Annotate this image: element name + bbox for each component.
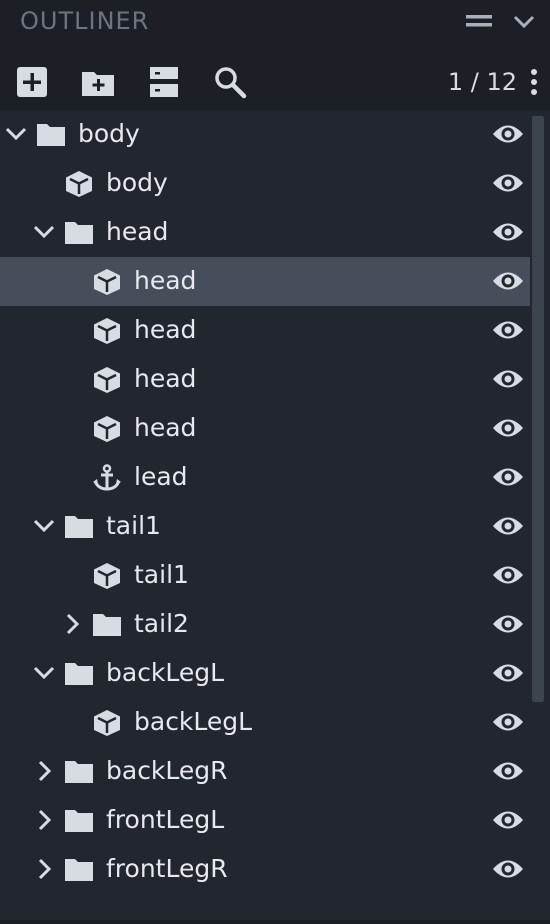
- folder-icon: [36, 121, 66, 149]
- outliner-cube-row[interactable]: tail1: [0, 551, 530, 600]
- outliner-locator-row[interactable]: lead: [0, 453, 530, 502]
- visibility-eye-icon[interactable]: [491, 219, 525, 245]
- tree-scrollbar[interactable]: [532, 116, 544, 702]
- chevron-right-icon[interactable]: [32, 857, 56, 881]
- folder-icon: [64, 513, 94, 541]
- panel-header: OUTLINER: [0, 0, 550, 44]
- more-vertical-icon: [531, 69, 537, 95]
- outliner-group-row[interactable]: tail1: [0, 502, 530, 551]
- outliner-row-label: body: [78, 119, 140, 148]
- anchor-icon: [92, 464, 122, 492]
- visibility-eye-icon[interactable]: [491, 317, 525, 343]
- add-cube-icon: [17, 67, 47, 97]
- outliner-tree: body body head head head head head lead tail1 tai…: [0, 110, 550, 920]
- outliner-row-label: head: [134, 413, 197, 442]
- outliner-cube-row[interactable]: head: [0, 404, 530, 453]
- outliner-row-label: head: [106, 217, 169, 246]
- chevron-right-icon[interactable]: [32, 808, 56, 832]
- collapse-all-button[interactable]: [146, 64, 182, 100]
- cube-icon: [92, 366, 122, 394]
- visibility-eye-icon[interactable]: [491, 807, 525, 833]
- visibility-eye-icon[interactable]: [491, 170, 525, 196]
- cube-icon: [92, 562, 122, 590]
- chevron-right-icon[interactable]: [60, 612, 84, 636]
- cube-icon: [92, 709, 122, 737]
- cube-icon: [92, 415, 122, 443]
- chevron-down-icon[interactable]: [32, 220, 56, 244]
- outliner-row-label: tail1: [106, 511, 161, 540]
- visibility-eye-icon[interactable]: [491, 709, 525, 735]
- folder-icon: [64, 807, 94, 835]
- cube-icon: [92, 317, 122, 345]
- cube-icon: [92, 268, 122, 296]
- visibility-eye-icon[interactable]: [491, 121, 525, 147]
- folder-icon: [92, 611, 122, 639]
- outliner-group-row[interactable]: frontLegR: [0, 845, 530, 894]
- outliner-row-label: backLegL: [134, 707, 253, 736]
- search-icon: [215, 67, 247, 99]
- outliner-row-label: backLegR: [106, 756, 228, 785]
- folder-icon: [64, 660, 94, 688]
- outliner-row-label: lead: [134, 462, 188, 491]
- panel-collapse-button[interactable]: [510, 8, 542, 36]
- outliner-row-label: head: [134, 266, 197, 295]
- outliner-row-label: head: [134, 364, 197, 393]
- visibility-eye-icon[interactable]: [491, 268, 525, 294]
- outliner-group-row[interactable]: head: [0, 208, 530, 257]
- outliner-group-row[interactable]: backLegR: [0, 747, 530, 796]
- visibility-eye-icon[interactable]: [491, 611, 525, 637]
- outliner-group-row[interactable]: body: [0, 110, 530, 159]
- outliner-panel: OUTLINER 1 / 12 body body head head head…: [0, 0, 550, 924]
- outliner-toolbar: 1 / 12: [0, 54, 550, 110]
- outliner-row-label: backLegL: [106, 658, 225, 687]
- add-folder-icon: [82, 72, 114, 96]
- chevron-right-icon[interactable]: [32, 759, 56, 783]
- outliner-cube-row[interactable]: backLegL: [0, 698, 530, 747]
- visibility-eye-icon[interactable]: [491, 856, 525, 882]
- visibility-eye-icon[interactable]: [491, 660, 525, 686]
- panel-title: OUTLINER: [20, 7, 150, 35]
- outliner-group-row[interactable]: tail2: [0, 600, 530, 649]
- outliner-group-row[interactable]: backLegL: [0, 649, 530, 698]
- outliner-row-label: head: [134, 315, 197, 344]
- chevron-down-icon[interactable]: [32, 514, 56, 538]
- visibility-eye-icon[interactable]: [491, 513, 525, 539]
- folder-icon: [64, 758, 94, 786]
- outliner-cube-row[interactable]: head: [0, 257, 530, 306]
- outliner-cube-row[interactable]: head: [0, 306, 530, 355]
- add-group-button[interactable]: [80, 64, 116, 100]
- toolbar-more-button[interactable]: [526, 68, 542, 98]
- folder-icon: [64, 219, 94, 247]
- visibility-eye-icon[interactable]: [491, 366, 525, 392]
- visibility-eye-icon[interactable]: [491, 415, 525, 441]
- visibility-eye-icon[interactable]: [491, 758, 525, 784]
- panel-menu-button[interactable]: [464, 8, 496, 36]
- outliner-group-row[interactable]: frontLegL: [0, 796, 530, 845]
- collapse-all-icon: [150, 67, 178, 97]
- outliner-row-label: frontLegL: [106, 805, 225, 834]
- outliner-row-label: body: [106, 168, 168, 197]
- chevron-down-icon: [513, 15, 535, 29]
- add-cube-button[interactable]: [14, 64, 50, 100]
- chevron-down-icon[interactable]: [32, 661, 56, 685]
- selection-counter: 1 / 12: [447, 68, 517, 96]
- outliner-row-label: frontLegR: [106, 854, 228, 883]
- visibility-eye-icon[interactable]: [491, 464, 525, 490]
- hamburger-icon: [466, 15, 492, 27]
- outliner-row-label: tail2: [134, 609, 189, 638]
- chevron-down-icon[interactable]: [4, 122, 28, 146]
- visibility-eye-icon[interactable]: [491, 562, 525, 588]
- outliner-cube-row[interactable]: head: [0, 355, 530, 404]
- cube-icon: [64, 170, 94, 198]
- folder-icon: [64, 856, 94, 884]
- search-button[interactable]: [212, 64, 248, 100]
- outliner-cube-row[interactable]: body: [0, 159, 530, 208]
- outliner-row-label: tail1: [134, 560, 189, 589]
